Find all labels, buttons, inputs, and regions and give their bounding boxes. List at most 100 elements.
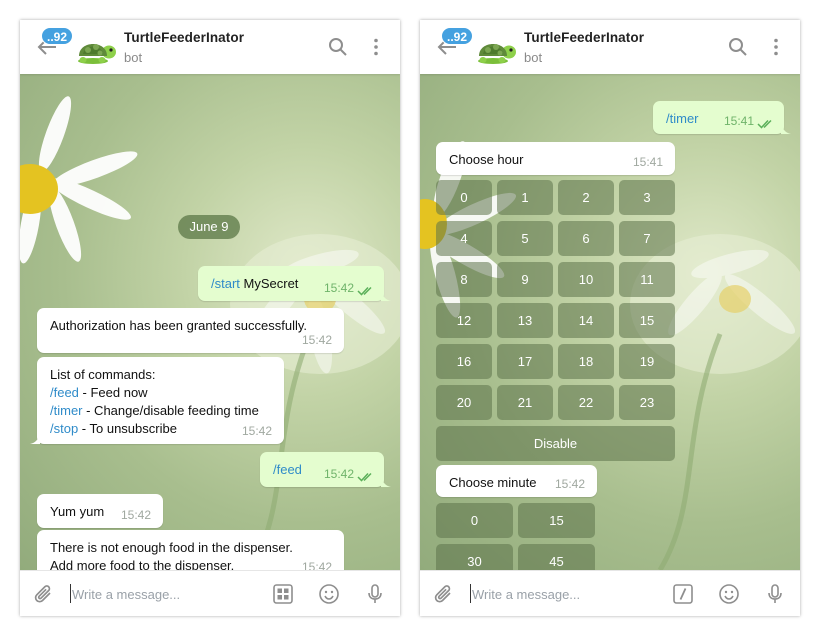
minute-button[interactable]: 15 [518,503,595,538]
search-icon[interactable] [728,37,748,57]
hour-button[interactable]: 11 [619,262,675,297]
incoming-message[interactable]: Authorization has been granted successfu… [37,308,344,353]
message-input[interactable] [472,584,662,604]
command-link[interactable]: /start [211,276,240,291]
more-options-icon[interactable] [366,37,386,57]
command-link[interactable]: /feed [273,462,302,477]
slash-command-icon[interactable] [672,583,694,605]
chat-subtitle: bot [124,50,143,65]
minute-button[interactable]: 0 [436,503,513,538]
minute-button[interactable]: 30 [436,544,513,570]
hour-button[interactable]: 14 [558,303,614,338]
incoming-message[interactable]: Choose hour 15:41 [436,142,675,175]
message-list[interactable]: June 9 /start MySecret 15:42 Authorizati… [20,74,400,570]
bot-keyboard-icon[interactable] [272,583,294,605]
message-composer [20,570,400,616]
outgoing-message[interactable]: /feed 15:42 [260,452,391,487]
double-check-icon [757,119,772,129]
hour-button[interactable]: 0 [436,180,492,215]
hour-button[interactable]: 16 [436,344,492,379]
incoming-message[interactable]: List of commands: /feed - Feed now /time… [30,357,284,444]
incoming-message[interactable]: There is not enough food in the dispense… [37,530,344,570]
message-time: 15:42 [241,424,272,438]
hour-button[interactable]: 1 [497,180,553,215]
message-text: Choose hour [449,152,524,167]
message-input[interactable] [72,584,262,604]
chat-header: ..92 TurtleFeederInator bot [20,20,400,74]
unread-badge: ..92 [41,27,74,45]
bubble-tail [781,124,791,134]
hour-button[interactable]: 2 [558,180,614,215]
hour-button[interactable]: 21 [497,385,553,420]
message-time: 15:41 [632,155,663,169]
attach-paperclip-icon[interactable] [433,583,455,605]
attach-paperclip-icon[interactable] [33,583,55,605]
message-text: There is not enough food in the dispense… [50,540,293,555]
hour-button[interactable]: 8 [436,262,492,297]
hour-button[interactable]: 3 [619,180,675,215]
hour-button[interactable]: 10 [558,262,614,297]
more-options-icon[interactable] [766,37,786,57]
message-text: - To unsubscribe [78,421,177,436]
emoji-smiley-icon[interactable] [318,583,340,605]
search-icon[interactable] [328,37,348,57]
hour-button[interactable]: 4 [436,221,492,256]
message-time: 15:42 [323,467,354,481]
command-link[interactable]: /timer [50,403,83,418]
hour-button[interactable]: 19 [619,344,675,379]
hour-button[interactable]: 9 [497,262,553,297]
text-cursor [470,584,471,603]
microphone-icon[interactable] [764,583,786,605]
message-text: Add more food to the dispenser. [50,558,235,570]
command-link[interactable]: /feed [50,385,79,400]
hour-button[interactable]: 18 [558,344,614,379]
disable-button[interactable]: Disable [436,426,675,461]
bubble-tail [381,477,391,487]
chat-subtitle: bot [524,50,543,65]
message-composer [420,570,800,616]
turtle-avatar[interactable] [473,30,519,66]
chat-window-left: ..92 TurtleFeederInator bot June 9 /star… [20,20,400,616]
message-list[interactable]: /timer 15:41 Choose hour 15:41 012345678… [420,74,800,570]
hour-button[interactable]: 13 [497,303,553,338]
hour-button[interactable]: 7 [619,221,675,256]
message-text: Choose minute [449,475,537,490]
message-text: Authorization has been granted successfu… [50,318,308,333]
hour-button[interactable]: 6 [558,221,614,256]
double-check-icon [357,286,372,296]
incoming-message[interactable]: Yum yum 15:42 [37,494,163,528]
outgoing-message[interactable]: /timer 15:41 [653,101,791,134]
chat-header: ..92 TurtleFeederInator bot [420,20,800,74]
hour-button[interactable]: 20 [436,385,492,420]
hour-button[interactable]: 17 [497,344,553,379]
hour-button[interactable]: 12 [436,303,492,338]
message-time: 15:42 [120,508,151,522]
hour-button[interactable]: 22 [558,385,614,420]
message-text: - Change/disable feeding time [82,403,259,418]
message-time: 15:42 [323,281,354,295]
hour-button[interactable]: 15 [619,303,675,338]
message-text: - Feed now [78,385,148,400]
turtle-avatar[interactable] [73,30,119,66]
double-check-icon [357,472,372,482]
emoji-smiley-icon[interactable] [718,583,740,605]
incoming-message[interactable]: Choose minute 15:42 [436,465,597,497]
unread-badge: ..92 [441,27,474,45]
message-time: 15:42 [301,333,332,347]
chat-title: TurtleFeederInator [524,30,645,45]
command-link[interactable]: /stop [50,421,78,436]
message-time: 15:42 [301,560,332,570]
date-separator: June 9 [178,215,240,239]
message-text: List of commands: [50,367,156,382]
chat-window-right: ..92 TurtleFeederInator bot /timer 15:41… [420,20,800,616]
bubble-tail [381,291,391,301]
hour-button[interactable]: 5 [497,221,553,256]
hour-button[interactable]: 23 [619,385,675,420]
command-link[interactable]: /timer [666,111,699,126]
message-time: 15:42 [554,477,585,491]
chat-title: TurtleFeederInator [124,30,245,45]
microphone-icon[interactable] [364,583,386,605]
text-cursor [70,584,71,603]
minute-button[interactable]: 45 [518,544,595,570]
outgoing-message[interactable]: /start MySecret 15:42 [198,266,391,301]
